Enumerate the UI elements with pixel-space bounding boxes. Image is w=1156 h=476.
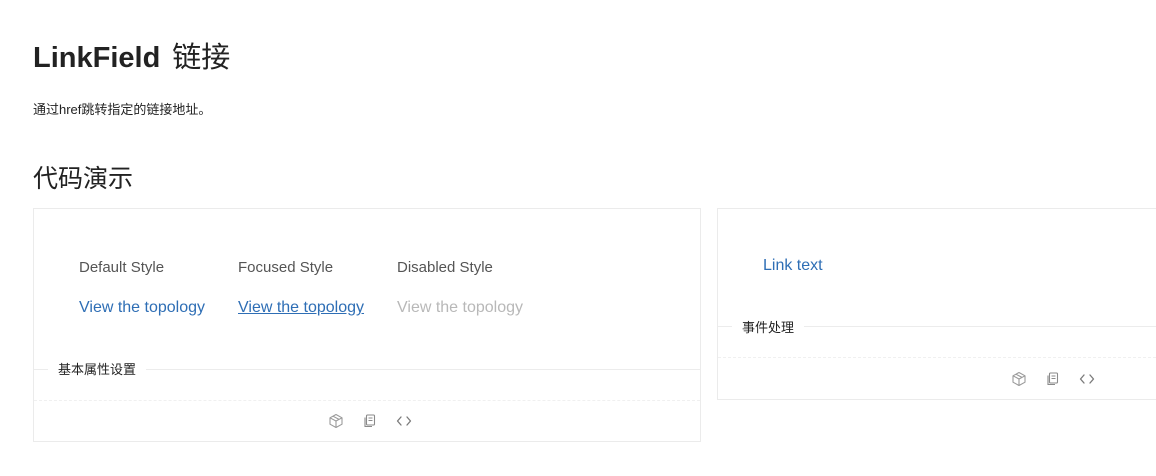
page-title: LinkField 链接: [33, 38, 230, 78]
demo-card-events: Link text 事件处理: [717, 208, 1156, 400]
demo-meta-title: 事件处理: [732, 319, 805, 337]
codesandbox-icon[interactable]: [1010, 370, 1028, 388]
demo-meta-title: 基本属性设置: [48, 361, 147, 379]
demo-card-basic: Default Style View the topology Focused …: [33, 208, 701, 442]
copy-icon[interactable]: [361, 412, 379, 430]
focused-style-label: Focused Style: [238, 259, 334, 276]
code-icon[interactable]: [1078, 370, 1096, 388]
page-title-cn: 链接: [172, 42, 231, 74]
disabled-style-label: Disabled Style: [397, 259, 493, 276]
section-title: 代码演示: [33, 165, 134, 193]
default-style-label: Default Style: [79, 259, 165, 276]
actions-divider: [718, 357, 1156, 358]
link-text[interactable]: Link text: [763, 255, 823, 277]
default-link[interactable]: View the topology: [79, 297, 205, 319]
demo-actions: [1010, 370, 1096, 388]
page-description: 通过href跳转指定的链接地址。: [33, 102, 212, 117]
disabled-link: View the topology: [397, 299, 524, 316]
codesandbox-icon[interactable]: [327, 412, 345, 430]
page-title-name: LinkField: [33, 42, 161, 74]
copy-icon[interactable]: [1044, 370, 1062, 388]
code-icon[interactable]: [395, 412, 413, 430]
focused-link[interactable]: View the topology: [238, 297, 364, 319]
actions-divider: [34, 400, 700, 401]
demo-actions: [327, 412, 413, 430]
